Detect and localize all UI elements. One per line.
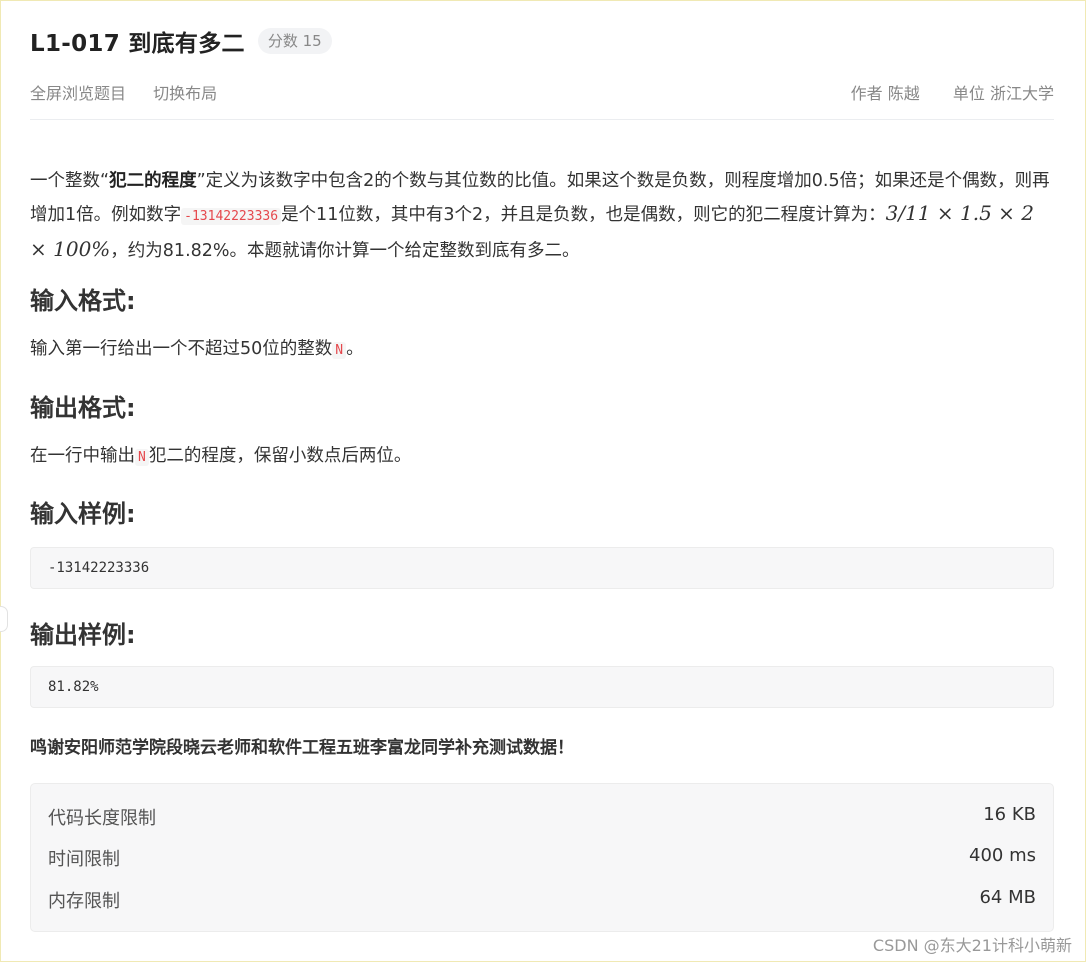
unit-info: 单位 浙江大学 bbox=[953, 84, 1054, 103]
inline-code-example: -13142223336 bbox=[181, 208, 282, 225]
limit-value: 400 ms bbox=[969, 845, 1036, 866]
header-divider bbox=[30, 119, 1054, 120]
limit-row-time: 时间限制 400 ms bbox=[48, 845, 1036, 875]
limit-value: 64 MB bbox=[979, 887, 1036, 908]
limit-label: 时间限制 bbox=[48, 849, 120, 870]
input-format-end: 。 bbox=[346, 339, 364, 359]
unit-label: 单位 bbox=[952, 84, 985, 103]
unit-name: 浙江大学 bbox=[989, 84, 1054, 103]
desc-text: 一个整数“ bbox=[30, 171, 110, 191]
sample-input-heading: 输入样例: bbox=[30, 500, 136, 528]
inline-code-n: N bbox=[332, 342, 347, 359]
limit-row-code-length: 代码长度限制 16 KB bbox=[48, 804, 1036, 834]
limits-panel: 代码长度限制 16 KB 时间限制 400 ms 内存限制 64 MB bbox=[30, 783, 1054, 932]
input-format-text: 输入第一行给出一个不超过50位的整数 N。 bbox=[30, 333, 1054, 367]
input-format-heading: 输入格式: bbox=[30, 287, 136, 315]
desc-bold-term: 犯二的程度 bbox=[109, 171, 197, 191]
problem-description: 一个整数“犯二的程度”定义为该数字中包含2的个数与其位数的比值。如果这个数是负数… bbox=[30, 165, 1054, 267]
csdn-watermark: CSDN @东大21计科小萌新 bbox=[872, 936, 1072, 955]
inline-code-n: N bbox=[135, 449, 149, 466]
limit-row-memory: 内存限制 64 MB bbox=[48, 887, 1036, 917]
output-format-desc: 在一行中输出 bbox=[30, 446, 135, 466]
limit-label: 内存限制 bbox=[48, 891, 120, 912]
fullscreen-view-link[interactable]: 全屏浏览题目 bbox=[30, 84, 126, 103]
desc-text: ，约为81.82%。本题就请你计算一个给定整数到底有多二。 bbox=[110, 241, 580, 261]
input-format-desc: 输入第一行给出一个不超过50位的整数 bbox=[30, 339, 333, 359]
switch-layout-link[interactable]: 切换布局 bbox=[153, 84, 217, 103]
problem-title: L1-017 到底有多二 bbox=[30, 31, 245, 57]
limit-value: 16 KB bbox=[983, 804, 1036, 825]
limit-label: 代码长度限制 bbox=[48, 808, 156, 829]
output-format-end: 犯二的程度，保留小数点后两位。 bbox=[148, 446, 412, 466]
sample-output-heading: 输出样例: bbox=[30, 621, 136, 649]
problem-toolbar: 全屏浏览题目 切换布局 作者 陈越 单位 浙江大学 bbox=[30, 80, 1054, 104]
output-format-heading: 输出格式: bbox=[30, 394, 136, 422]
author-name: 陈越 bbox=[887, 84, 920, 103]
author-info: 作者 陈越 bbox=[851, 84, 925, 103]
sample-input-block[interactable]: -13142223336 bbox=[30, 547, 1054, 589]
acknowledgement: 鸣谢安阳师范学院段晓云老师和软件工程五班李富龙同学补充测试数据！ bbox=[30, 738, 574, 758]
output-format-text: 在一行中输出 N 犯二的程度，保留小数点后两位。 bbox=[30, 440, 1054, 474]
author-label: 作者 bbox=[850, 84, 883, 103]
desc-text: 是个11位数，其中有3个2，并且是负数，也是偶数，则它的犯二程度计算为： bbox=[281, 205, 886, 225]
side-handle[interactable] bbox=[0, 606, 8, 632]
title-row: L1-017 到底有多二 分数 15 bbox=[30, 24, 332, 58]
score-badge: 分数 15 bbox=[257, 28, 332, 54]
sample-output-block[interactable]: 81.82% bbox=[30, 666, 1054, 708]
